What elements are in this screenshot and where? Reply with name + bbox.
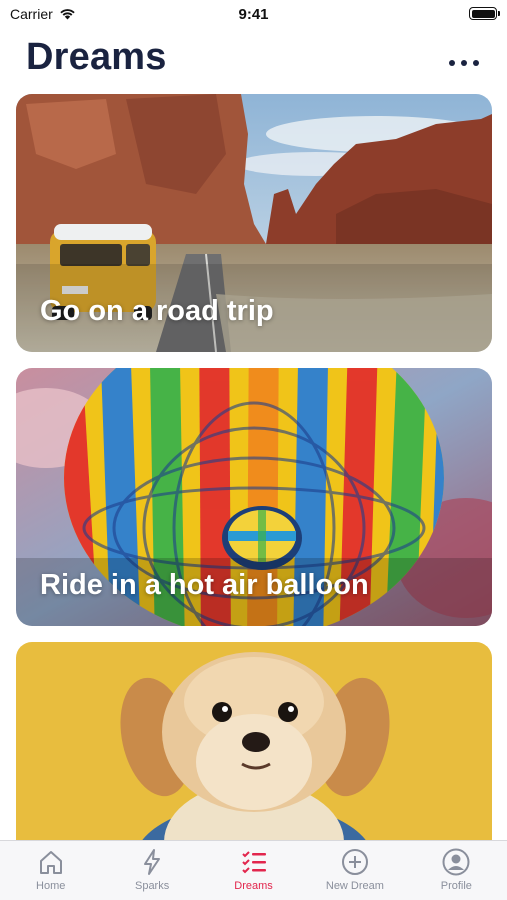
tab-home[interactable]: Home <box>0 841 101 900</box>
tab-profile[interactable]: Profile <box>406 841 507 900</box>
tab-bar: Home Sparks Dreams New Dream Profile <box>0 840 507 900</box>
tab-label: Profile <box>440 880 472 892</box>
status-bar: Carrier 9:41 <box>0 0 507 30</box>
tab-label: New Dream <box>325 880 384 892</box>
more-options-button[interactable] <box>449 56 479 70</box>
dreams-screen: Carrier 9:41 Dreams Go on a road trip Ri… <box>0 0 507 900</box>
person-circle-icon <box>442 848 470 876</box>
plus-circle-icon <box>341 849 368 875</box>
page-title: Dreams <box>26 36 167 78</box>
tab-label: Home <box>36 880 66 892</box>
ellipsis-icon <box>449 60 455 66</box>
tab-sparks[interactable]: Sparks <box>101 841 202 900</box>
tab-label: Sparks <box>134 880 170 892</box>
dream-card-puppy[interactable] <box>16 642 492 847</box>
bolt-icon <box>144 849 161 875</box>
clock: 9:41 <box>238 6 269 23</box>
house-icon <box>39 851 62 874</box>
dream-card-road-trip[interactable]: Go on a road trip <box>16 94 492 352</box>
battery-icon <box>469 7 500 20</box>
card-title: Go on a road trip <box>40 295 274 327</box>
checklist-icon <box>241 851 266 874</box>
dream-card-hot-air-balloon[interactable]: Ride in a hot air balloon <box>16 368 492 626</box>
tab-new-dream[interactable]: New Dream <box>304 841 405 900</box>
puppy-image <box>16 642 492 847</box>
card-title: Ride in a hot air balloon <box>40 569 369 601</box>
tab-dreams[interactable]: Dreams <box>203 841 304 900</box>
header: Dreams <box>0 32 507 88</box>
tab-label: Dreams <box>234 880 273 892</box>
